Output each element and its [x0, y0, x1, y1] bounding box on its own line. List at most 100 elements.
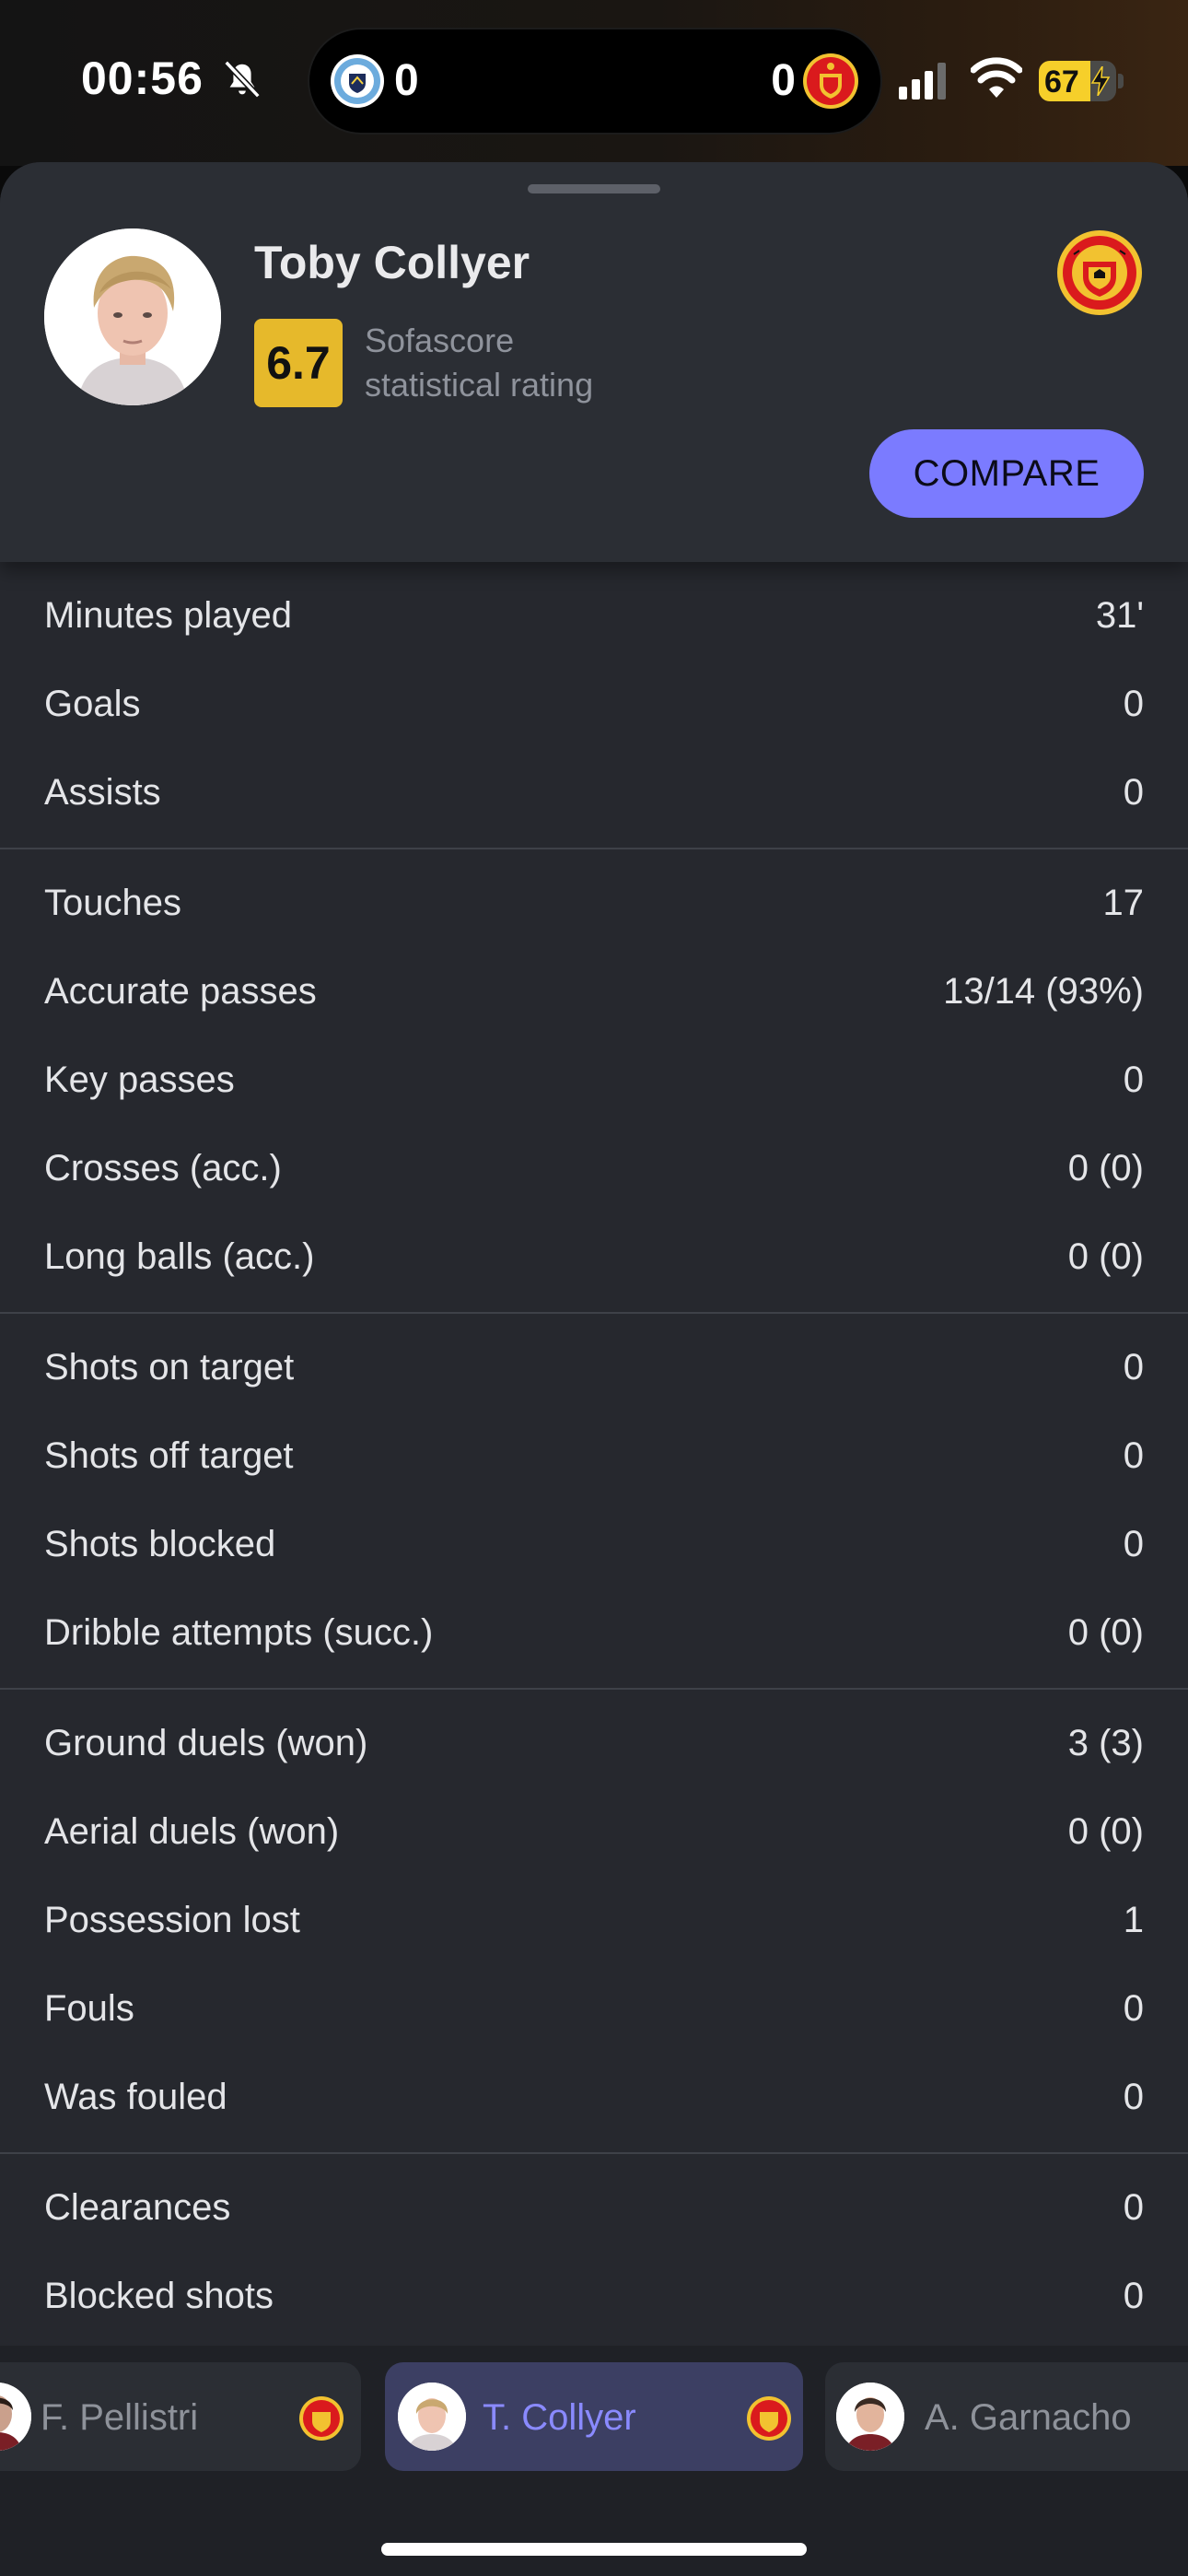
rating-caption-line2: statistical rating	[365, 366, 594, 404]
player-chip-name: F. Pellistri	[41, 2397, 199, 2438]
man-united-crest-icon[interactable]	[1055, 228, 1144, 317]
man-united-crest-icon	[803, 53, 858, 109]
bell-slash-icon	[224, 60, 261, 99]
stat-label: Touches	[44, 882, 181, 923]
stat-label: Accurate passes	[44, 970, 317, 1012]
stat-row: Assists 0	[0, 748, 1188, 837]
stat-value: 0	[1123, 683, 1144, 724]
player-header: Toby Collyer 6.7 Sofascore statistical r…	[0, 162, 1188, 562]
player-chip-name: T. Collyer	[483, 2397, 636, 2438]
stat-row: Possession lost 1	[0, 1876, 1188, 1964]
stat-row: Shots on target 0	[0, 1323, 1188, 1411]
stat-row: Long balls (acc.) 0 (0)	[0, 1212, 1188, 1301]
stat-row: Was fouled 0	[0, 2053, 1188, 2141]
stat-value: 0	[1123, 1059, 1144, 1100]
home-indicator[interactable]	[381, 2543, 807, 2556]
rating-caption-line1: Sofascore	[365, 322, 515, 359]
stat-value: 0	[1123, 1346, 1144, 1388]
stat-value: 0	[1123, 771, 1144, 813]
battery-level: 67	[1044, 64, 1079, 100]
stat-value: 0 (0)	[1067, 1611, 1144, 1653]
charging-bolt-icon	[1090, 66, 1111, 96]
stat-value: 0	[1123, 1434, 1144, 1476]
stat-row: Fouls 0	[0, 1964, 1188, 2053]
stat-value: 0	[1123, 2186, 1144, 2228]
player-chip-garnacho[interactable]: A. Garnacho	[825, 2362, 1188, 2471]
sheet-drag-handle[interactable]	[528, 184, 660, 193]
stat-group: Ground duels (won) 3 (3) Aerial duels (won…	[0, 1690, 1188, 2154]
stat-row: Ground duels (won) 3 (3)	[0, 1699, 1188, 1787]
avatar	[0, 2383, 31, 2451]
stat-row: Minutes played 31'	[0, 571, 1188, 660]
stat-row: Dribble attempts (succ.) 0 (0)	[0, 1588, 1188, 1677]
stat-value: 17	[1102, 882, 1145, 923]
stat-label: Shots off target	[44, 1434, 294, 1476]
stat-label: Assists	[44, 771, 161, 813]
player-stats-sheet: Toby Collyer 6.7 Sofascore statistical r…	[0, 162, 1188, 2576]
stat-value: 0 (0)	[1067, 1147, 1144, 1188]
stat-value: 13/14 (93%)	[943, 970, 1144, 1012]
status-bar: 00:56 0 0 67	[0, 0, 1188, 166]
stat-row: Accurate passes 13/14 (93%)	[0, 947, 1188, 1036]
stat-row: Clearances 0	[0, 2163, 1188, 2252]
player-chip-collyer[interactable]: T. Collyer	[385, 2362, 803, 2471]
stat-value: 31'	[1095, 594, 1144, 636]
stat-label: Minutes played	[44, 594, 293, 636]
stat-row: Goals 0	[0, 660, 1188, 748]
stat-row: Key passes 0	[0, 1036, 1188, 1124]
compare-button[interactable]: COMPARE	[869, 429, 1144, 518]
avatar	[398, 2383, 466, 2451]
stat-label: Was fouled	[44, 2076, 227, 2117]
stat-value: 0	[1123, 1987, 1144, 2029]
rating-badge[interactable]: 6.7	[254, 319, 343, 407]
stat-row: Touches 17	[0, 859, 1188, 947]
avatar	[836, 2383, 904, 2451]
player-carousel[interactable]: F. Pellistri T. Collyer A. Garnacho	[0, 2346, 1188, 2576]
stat-value: 0	[1123, 1523, 1144, 1564]
stat-label: Aerial duels (won)	[44, 1810, 340, 1852]
man-city-crest-icon	[331, 54, 384, 108]
rating-caption: Sofascore statistical rating	[365, 319, 593, 407]
stat-value: 0 (0)	[1067, 1810, 1144, 1852]
stat-value: 0	[1123, 2076, 1144, 2117]
dynamic-island-live-score[interactable]: 0 0	[309, 29, 880, 133]
signal-icon	[899, 63, 946, 100]
away-score: 0	[771, 56, 796, 105]
player-name: Toby Collyer	[254, 237, 530, 288]
battery-icon: 67	[1039, 61, 1124, 101]
stat-row: Crosses (acc.) 0 (0)	[0, 1124, 1188, 1212]
stat-label: Ground duels (won)	[44, 1722, 368, 1763]
wifi-icon	[971, 57, 1022, 98]
stats-list: Minutes played 31' Goals 0 Assists 0 Touches 17…	[0, 562, 1188, 2351]
home-score: 0	[394, 56, 419, 105]
player-chip-pellistri[interactable]: F. Pellistri	[0, 2362, 361, 2471]
stat-value: 0 (0)	[1067, 1235, 1144, 1277]
stat-label: Possession lost	[44, 1899, 300, 1940]
stat-value: 3 (3)	[1067, 1722, 1144, 1763]
stat-label: Key passes	[44, 1059, 235, 1100]
stat-row: Aerial duels (won) 0 (0)	[0, 1787, 1188, 1876]
stat-group: Minutes played 31' Goals 0 Assists 0	[0, 562, 1188, 849]
stat-group: Shots on target 0 Shots off target 0 Shots b…	[0, 1314, 1188, 1690]
stat-label: Crosses (acc.)	[44, 1147, 282, 1188]
player-avatar	[44, 228, 221, 405]
stat-label: Blocked shots	[44, 2275, 274, 2316]
stat-label: Fouls	[44, 1987, 134, 2029]
stat-label: Clearances	[44, 2186, 231, 2228]
stat-label: Shots blocked	[44, 1523, 276, 1564]
stat-row: Blocked shots 0	[0, 2252, 1188, 2340]
stat-label: Dribble attempts (succ.)	[44, 1611, 434, 1653]
stat-group: Clearances 0 Blocked shots 0	[0, 2154, 1188, 2351]
man-united-crest-icon	[299, 2396, 344, 2441]
stat-row: Shots off target 0	[0, 1411, 1188, 1500]
stat-label: Long balls (acc.)	[44, 1235, 315, 1277]
stat-label: Goals	[44, 683, 141, 724]
stat-value: 1	[1123, 1899, 1144, 1940]
stat-label: Shots on target	[44, 1346, 295, 1388]
stat-value: 0	[1123, 2275, 1144, 2316]
status-time: 00:56	[81, 53, 204, 104]
stat-row: Shots blocked 0	[0, 1500, 1188, 1588]
man-united-crest-icon	[747, 2396, 791, 2441]
stat-group: Touches 17 Accurate passes 13/14 (93%) Key p…	[0, 849, 1188, 1314]
player-chip-name: A. Garnacho	[925, 2397, 1132, 2438]
